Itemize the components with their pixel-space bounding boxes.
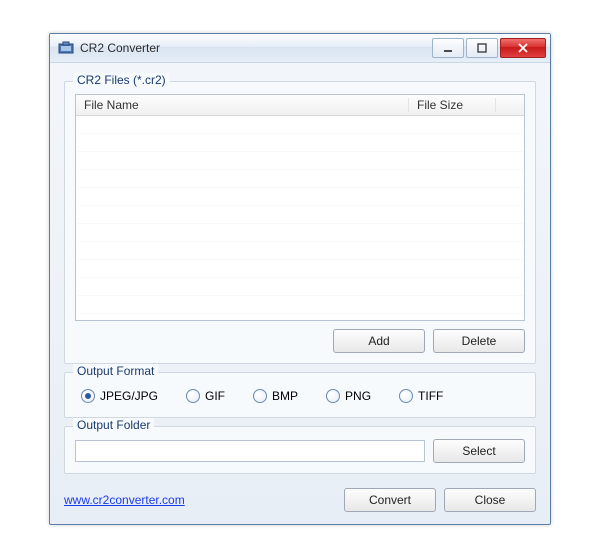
- titlebar[interactable]: CR2 Converter: [50, 34, 550, 63]
- column-filename[interactable]: File Name: [76, 98, 409, 112]
- radio-tiff[interactable]: TIFF: [399, 389, 443, 403]
- output-folder-input[interactable]: [75, 440, 425, 462]
- window-buttons: [432, 38, 546, 58]
- format-groupbox: Output Format JPEG/JPG GIF BMP PNG: [64, 372, 536, 418]
- app-window: CR2 Converter CR2 Files (*.cr2) File Nam…: [49, 33, 551, 525]
- footer-buttons: Convert Close: [344, 488, 536, 512]
- radio-bmp[interactable]: BMP: [253, 389, 298, 403]
- file-list-body[interactable]: [76, 116, 524, 321]
- radio-dot-icon: [186, 389, 200, 403]
- radio-dot-icon: [399, 389, 413, 403]
- close-button[interactable]: Close: [444, 488, 536, 512]
- website-link[interactable]: www.cr2converter.com: [64, 493, 344, 507]
- radio-gif[interactable]: GIF: [186, 389, 225, 403]
- select-folder-button[interactable]: Select: [433, 439, 525, 463]
- maximize-button[interactable]: [466, 38, 498, 58]
- files-groupbox: CR2 Files (*.cr2) File Name File Size Ad…: [64, 81, 536, 364]
- file-buttons: Add Delete: [75, 329, 525, 353]
- radio-label: GIF: [205, 389, 225, 403]
- convert-button[interactable]: Convert: [344, 488, 436, 512]
- app-icon: [58, 40, 74, 56]
- footer-row: www.cr2converter.com Convert Close: [64, 488, 536, 512]
- radio-jpeg[interactable]: JPEG/JPG: [81, 389, 158, 403]
- add-button[interactable]: Add: [333, 329, 425, 353]
- radio-dot-icon: [253, 389, 267, 403]
- client-area: CR2 Files (*.cr2) File Name File Size Ad…: [50, 63, 550, 524]
- radio-label: BMP: [272, 389, 298, 403]
- format-radios: JPEG/JPG GIF BMP PNG TIFF: [75, 385, 525, 407]
- folder-groupbox: Output Folder Select: [64, 426, 536, 474]
- radio-dot-icon: [326, 389, 340, 403]
- radio-png[interactable]: PNG: [326, 389, 371, 403]
- minimize-button[interactable]: [432, 38, 464, 58]
- file-list[interactable]: File Name File Size: [75, 94, 525, 321]
- column-filesize[interactable]: File Size: [409, 98, 496, 112]
- folder-group-label: Output Folder: [73, 418, 154, 432]
- file-list-header: File Name File Size: [76, 95, 524, 116]
- radio-dot-icon: [81, 389, 95, 403]
- radio-label: TIFF: [418, 389, 443, 403]
- delete-button[interactable]: Delete: [433, 329, 525, 353]
- radio-label: PNG: [345, 389, 371, 403]
- window-title: CR2 Converter: [80, 41, 432, 55]
- folder-row: Select: [75, 439, 525, 463]
- files-group-label: CR2 Files (*.cr2): [73, 73, 170, 87]
- close-window-button[interactable]: [500, 38, 546, 58]
- format-group-label: Output Format: [73, 364, 158, 378]
- radio-label: JPEG/JPG: [100, 389, 158, 403]
